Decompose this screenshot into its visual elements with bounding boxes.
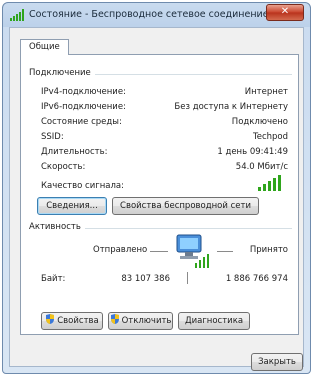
- disable-button-label: Отключить: [121, 316, 172, 326]
- bytes-sent-value: 83 107 386: [121, 274, 170, 284]
- bytes-received-value: 1 886 766 974: [225, 274, 288, 284]
- received-line: [217, 251, 233, 252]
- network-computers-icon: [176, 234, 209, 268]
- speed-value: 54.0 Мбит/с: [235, 162, 288, 172]
- received-label: Принято: [249, 245, 288, 255]
- bytes-separator: [187, 272, 188, 284]
- disable-button[interactable]: Отключить: [108, 312, 173, 330]
- window-close-button[interactable]: ✕: [266, 4, 304, 21]
- properties-button[interactable]: Свойства: [41, 312, 103, 330]
- shield-icon: [110, 314, 119, 324]
- close-icon: ✕: [280, 6, 290, 17]
- window-title: Состояние - Беспроводное сетевое соедине…: [29, 9, 269, 20]
- ipv4-label: IPv4-подключение:: [41, 87, 126, 97]
- close-button[interactable]: Закрыть: [251, 353, 303, 371]
- general-tab-panel: Подключение IPv4-подключение: Интернет I…: [20, 54, 299, 335]
- ipv6-value: Без доступа к Интернету: [174, 102, 288, 112]
- ssid-value: Techpod: [252, 132, 288, 142]
- duration-value: 1 день 09:41:49: [217, 147, 288, 157]
- signal-quality-label: Качество сигнала:: [41, 181, 124, 191]
- media-state-value: Подключено: [231, 117, 288, 127]
- properties-button-label: Свойства: [57, 316, 99, 326]
- media-state-label: Состояние среды:: [41, 117, 122, 127]
- signal-quality-icon: [258, 175, 281, 191]
- bytes-label: Байт:: [41, 274, 66, 284]
- sent-label: Отправлено: [93, 245, 148, 255]
- dialog-window: Состояние - Беспроводное сетевое соедине…: [2, 2, 311, 374]
- duration-label: Длительность:: [41, 147, 108, 157]
- title-bar[interactable]: Состояние - Беспроводное сетевое соедине…: [3, 3, 310, 27]
- sent-line: [150, 251, 168, 252]
- tab-general[interactable]: Общие: [20, 39, 69, 55]
- ssid-label: SSID:: [41, 132, 64, 142]
- shield-icon: [46, 314, 55, 324]
- wireless-signal-icon: [10, 9, 24, 21]
- wireless-properties-button[interactable]: Свойства беспроводной сети: [112, 197, 259, 215]
- connection-section-label: Подключение: [29, 68, 95, 78]
- activity-section-label: Активность: [29, 222, 85, 232]
- dialog-client-area: Общие Подключение IPv4-подключение: Инте…: [9, 27, 304, 371]
- ipv4-value: Интернет: [244, 87, 288, 97]
- details-button[interactable]: Сведения...: [37, 197, 107, 215]
- speed-label: Скорость:: [41, 162, 86, 172]
- ipv6-label: IPv6-подключение:: [41, 102, 126, 112]
- diagnose-button[interactable]: Диагностика: [178, 312, 250, 330]
